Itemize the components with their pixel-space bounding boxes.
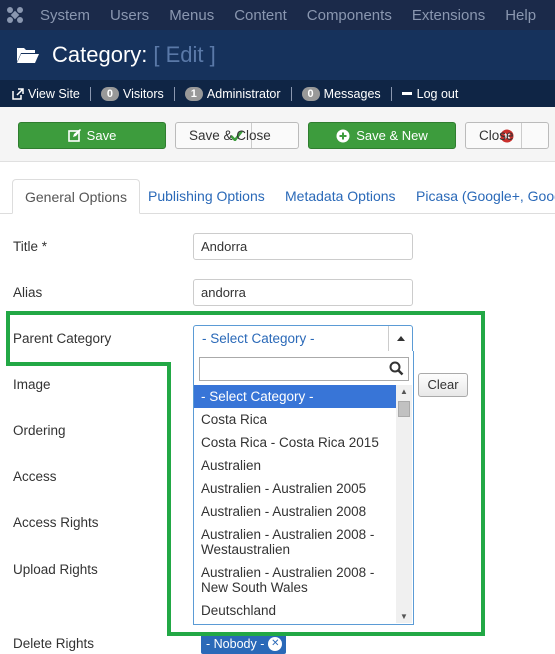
dropdown-option[interactable]: Deutschland [194,599,396,622]
external-link-icon [12,87,24,100]
top-menu-bar: System Users Menus Content Components Ex… [0,0,555,30]
view-site-link[interactable]: View Site [12,87,80,101]
visitors-status[interactable]: 0 Visitors [100,86,164,101]
tab-picasa[interactable]: Picasa (Google+, Googl [404,179,555,214]
menu-extensions[interactable]: Extensions [402,7,495,24]
parent-category-value: - Select Category - [202,331,315,346]
dropdown-search-input[interactable] [199,357,409,381]
ordering-label: Ordering [13,423,66,438]
minus-icon [401,92,412,95]
administrator-status[interactable]: 1 Administrator [184,86,281,101]
edit-icon [67,129,81,142]
logout-link[interactable]: Log out [401,87,458,101]
folder-open-icon [16,45,40,65]
dropdown-option[interactable]: Costa Rica - Costa Rica 2015 [194,431,396,454]
scrollbar-thumb[interactable] [398,401,410,417]
messages-badge: 0 [301,86,320,101]
remove-tag-icon[interactable]: ✕ [268,637,283,651]
nobody-tag: - Nobody - ✕ [201,634,287,654]
parent-category-dropdown: - Select Category - Costa Rica Costa Ric… [193,351,414,625]
image-label: Image [13,377,51,392]
divider [89,86,91,101]
divider [290,86,292,101]
save-button[interactable]: Save [18,122,166,149]
chevron-up-icon[interactable] [388,326,412,351]
upload-rights-label: Upload Rights [13,562,98,577]
scroll-down-icon[interactable]: ▼ [400,612,408,621]
messages-status[interactable]: 0 Messages [301,86,381,101]
clear-image-button[interactable]: Clear [418,373,468,397]
dropdown-options: - Select Category - Costa Rica Costa Ric… [194,385,396,622]
search-icon [389,361,404,379]
title-input[interactable]: Andorra [193,233,413,260]
page-subtitle: [ Edit ] [153,42,216,67]
title-label: Title * [13,239,48,254]
parent-category-label: Parent Category [13,331,112,346]
admin-badge: 1 [184,86,203,101]
visitors-badge: 0 [100,86,120,101]
access-rights-label: Access Rights [13,515,99,530]
close-button[interactable]: Close [465,122,549,149]
dropdown-option[interactable]: Australien - Australien 2005 [194,477,396,500]
menu-users[interactable]: Users [100,7,159,24]
menu-components[interactable]: Components [297,7,402,24]
dropdown-option[interactable]: Australien - Australien 2008 - Westaustr… [194,523,396,561]
delete-rights-label: Delete Rights [13,636,95,651]
tab-general-options[interactable]: General Options [12,179,140,214]
dropdown-option[interactable]: Australien - Australien 2008 - New South… [194,561,396,599]
dropdown-option[interactable]: Australien - Australien 2008 [194,500,396,523]
menu-help[interactable]: Help [495,7,546,24]
alias-input[interactable]: andorra [193,279,413,306]
alias-label: Alias [13,285,43,300]
tab-bar: General Options Publishing Options Metad… [0,179,555,214]
save-new-button[interactable]: Save & New [308,122,456,149]
page-title: Category:[ Edit ] [52,42,216,67]
page-header: Category:[ Edit ] [0,30,555,80]
dropdown-option[interactable]: Costa Rica [194,408,396,431]
dropdown-scrollbar[interactable]: ▲ ▼ [396,385,412,623]
parent-category-select[interactable]: - Select Category - [193,325,413,352]
dropdown-option[interactable]: Australien [194,454,396,477]
scroll-up-icon[interactable]: ▲ [400,387,408,396]
divider [390,86,392,101]
menu-content[interactable]: Content [224,7,297,24]
tab-metadata-options[interactable]: Metadata Options [273,179,408,214]
access-label: Access [13,469,57,484]
divider [173,86,175,101]
joomla-logo-icon[interactable] [0,0,30,30]
save-close-button[interactable]: Save & Close [175,122,299,149]
status-bar: View Site 0 Visitors 1 Administrator 0 Mess… [0,80,555,107]
dropdown-option[interactable]: - Select Category - [194,385,396,408]
plus-circle-icon [336,129,350,143]
tab-publishing-options[interactable]: Publishing Options [136,179,277,214]
toolbar: Save Save & Close Save & New Close [0,107,555,162]
menu-menus[interactable]: Menus [159,7,224,24]
menu-system[interactable]: System [30,7,100,24]
